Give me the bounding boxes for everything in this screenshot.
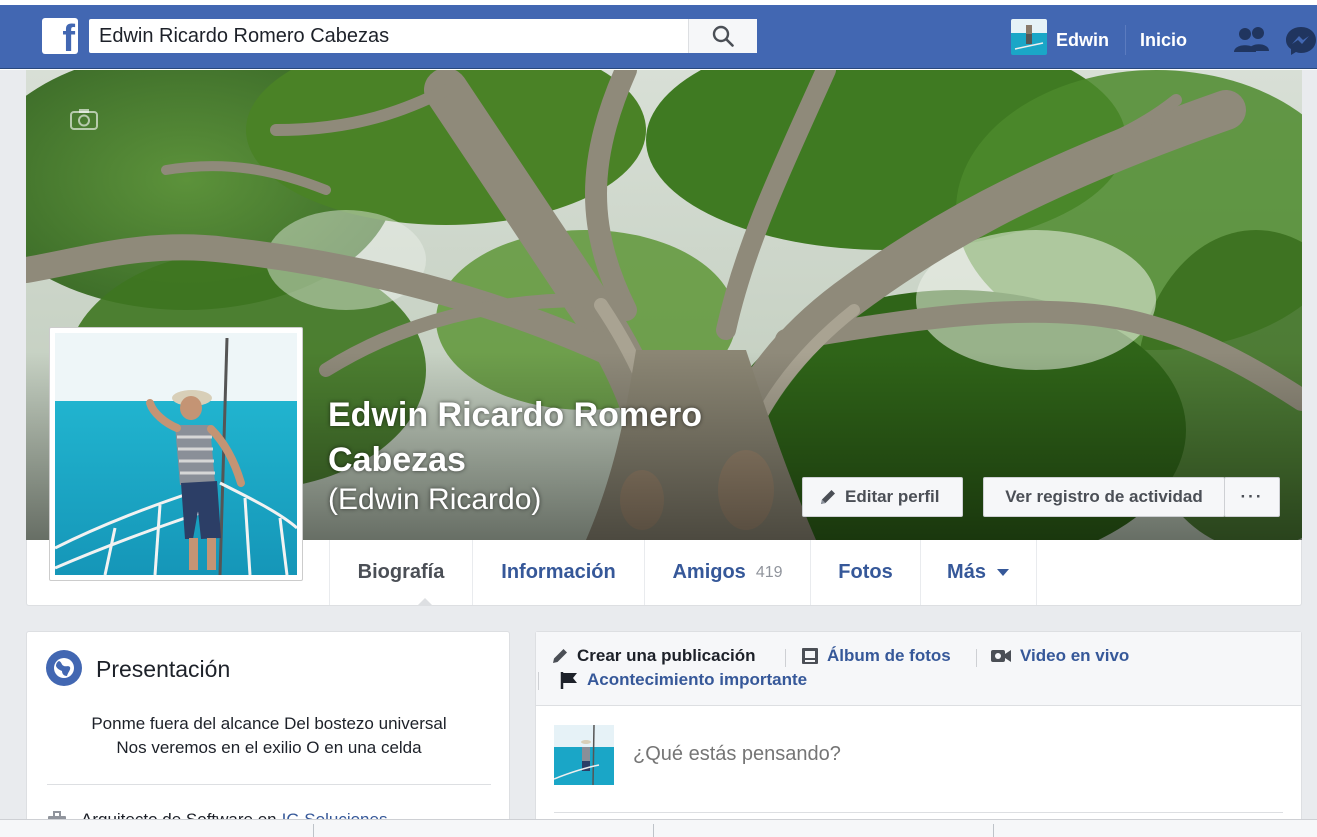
- tab-fotos[interactable]: Fotos: [810, 540, 920, 605]
- life-event-label: Acontecimiento importante: [587, 670, 808, 689]
- photo-album-icon: [802, 648, 818, 664]
- tab-label: Más: [947, 561, 986, 583]
- photo-album-tab[interactable]: Álbum de fotos: [801, 646, 951, 666]
- life-event-tab[interactable]: Acontecimiento importante: [559, 670, 807, 690]
- pencil-icon: [821, 490, 835, 504]
- tab-label: Biografía: [357, 561, 445, 583]
- active-tab-indicator: [417, 598, 433, 606]
- divider: [976, 649, 977, 667]
- edit-profile-label: Editar perfil: [845, 487, 940, 506]
- tab-amigos[interactable]: Amigos 419: [644, 540, 810, 605]
- divider: [313, 824, 314, 837]
- search-input[interactable]: [89, 19, 687, 53]
- friends-count: 419: [755, 563, 783, 581]
- divider: [538, 672, 539, 690]
- intro-bio: Ponme fuera del alcance Del bostezo univ…: [47, 712, 491, 760]
- composer-avatar[interactable]: [554, 725, 614, 785]
- nav-divider: [1125, 25, 1126, 55]
- top-navigation: f Edwin Inicio: [0, 0, 1317, 70]
- messenger-icon[interactable]: [1285, 25, 1317, 57]
- live-video-tab[interactable]: Video en vivo: [990, 646, 1129, 666]
- video-camera-icon: [991, 650, 1011, 662]
- bio-line: Ponme fuera del alcance Del bostezo univ…: [91, 714, 447, 733]
- divider: [554, 812, 1283, 813]
- tab-biografia[interactable]: Biografía: [329, 540, 472, 605]
- tab-label: Información: [501, 561, 616, 583]
- more-options-icon: ···: [1240, 487, 1264, 506]
- search-box: [89, 19, 757, 53]
- friend-requests-icon[interactable]: [1233, 25, 1271, 55]
- divider: [653, 824, 654, 837]
- profile-picture[interactable]: [49, 327, 303, 581]
- activity-log-label: Ver registro de actividad: [1005, 487, 1203, 506]
- top-bar: f Edwin Inicio: [0, 5, 1317, 69]
- bottom-chat-bar: [0, 819, 1317, 837]
- post-composer: Crear una publicación Álbum de fotos Vid…: [535, 631, 1302, 837]
- facebook-logo-icon[interactable]: f: [42, 18, 78, 58]
- edit-profile-button[interactable]: Editar perfil: [802, 477, 963, 517]
- tab-label: Amigos: [672, 561, 746, 583]
- update-cover-camera-icon[interactable]: [70, 108, 98, 130]
- profile-alternate-name: (Edwin Ricardo): [328, 483, 542, 516]
- intro-title: Presentación: [96, 656, 231, 682]
- divider: [785, 649, 786, 667]
- more-options-button[interactable]: ···: [1224, 477, 1280, 517]
- pencil-icon: [553, 649, 567, 663]
- caret-down-icon: [996, 568, 1009, 576]
- search-button[interactable]: [688, 19, 757, 53]
- flag-icon: [560, 672, 577, 689]
- intro-card: Presentación Ponme fuera del alcance Del…: [26, 631, 510, 837]
- nav-home-link[interactable]: Inicio: [1140, 30, 1187, 51]
- composer-header: Crear una publicación Álbum de fotos Vid…: [536, 632, 1301, 706]
- divider: [47, 784, 491, 785]
- search-icon: [712, 25, 734, 47]
- activity-log-button[interactable]: Ver registro de actividad: [983, 477, 1225, 517]
- create-post-tab[interactable]: Crear una publicación: [551, 646, 756, 666]
- bio-line: Nos veremos en el exilio O en una celda: [116, 738, 422, 757]
- globe-icon: [46, 650, 82, 686]
- photo-album-label: Álbum de fotos: [827, 646, 951, 665]
- status-input[interactable]: [633, 743, 1133, 766]
- create-post-label: Crear una publicación: [577, 646, 756, 665]
- tab-label: Fotos: [838, 561, 893, 583]
- profile-name[interactable]: Edwin Ricardo Romero Cabezas: [328, 393, 768, 483]
- tab-mas[interactable]: Más: [920, 540, 1037, 605]
- nav-avatar[interactable]: [1011, 19, 1047, 55]
- nav-user-name[interactable]: Edwin: [1056, 30, 1109, 51]
- divider: [993, 824, 994, 837]
- live-video-label: Video en vivo: [1020, 646, 1130, 665]
- tab-informacion[interactable]: Información: [472, 540, 644, 605]
